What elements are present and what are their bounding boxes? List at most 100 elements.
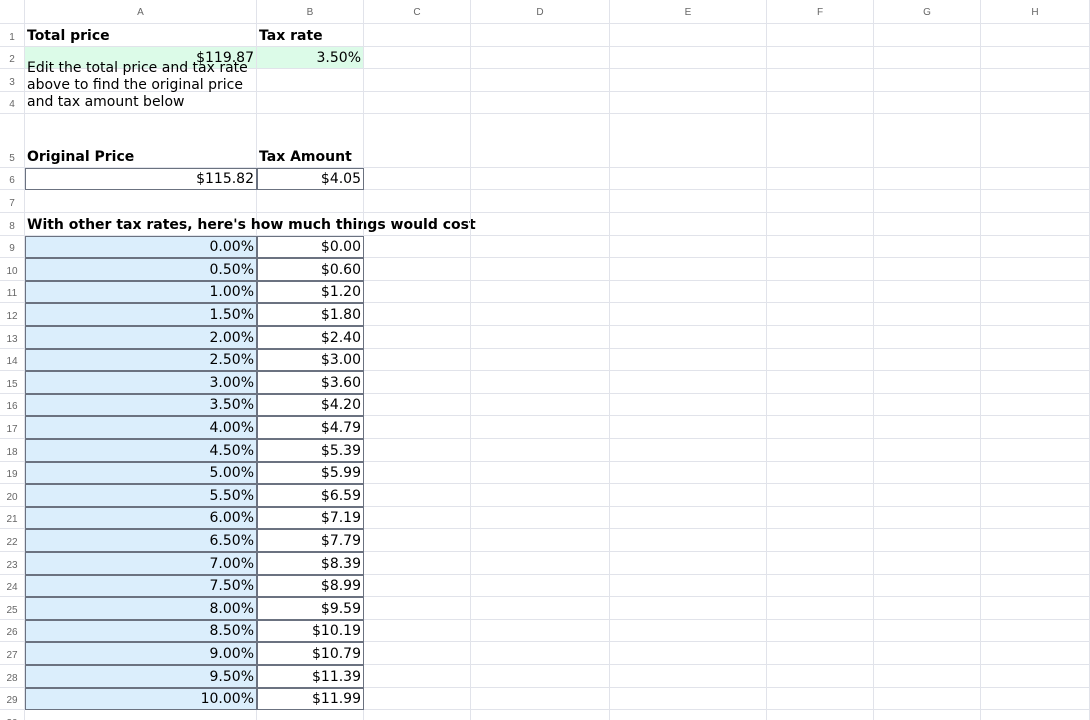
cell-h13[interactable] (981, 326, 1090, 349)
row-header[interactable]: 12 (0, 303, 25, 326)
cell-d26[interactable] (471, 619, 610, 643)
cell-d24[interactable] (471, 574, 610, 598)
cell-f24[interactable] (767, 574, 874, 598)
cell-d8[interactable] (471, 213, 610, 236)
cell-b29[interactable]: $11.99 (257, 687, 364, 711)
cell-c10[interactable] (364, 258, 471, 281)
row-header[interactable]: 15 (0, 371, 25, 394)
cell-e4[interactable] (610, 91, 767, 114)
cell-e22[interactable] (610, 529, 767, 552)
cell-b9[interactable]: $0.00 (257, 235, 364, 259)
cell-c16[interactable] (364, 393, 471, 417)
column-header-c[interactable]: C (364, 0, 471, 24)
cell-f11[interactable] (767, 280, 874, 304)
cell-f1[interactable] (767, 24, 874, 47)
cell-c2[interactable] (364, 46, 471, 70)
cell-a12[interactable]: 1.50% (25, 303, 257, 326)
cell-c3[interactable] (364, 69, 471, 92)
cell-a4[interactable]: Edit the total price and tax rate above … (25, 60, 257, 114)
cell-c13[interactable] (364, 326, 471, 349)
cell-g27[interactable] (874, 642, 981, 665)
cell-a27[interactable]: 9.00% (25, 642, 257, 665)
cell-c25[interactable] (364, 597, 471, 620)
cell-g9[interactable] (874, 235, 981, 259)
cell-f2[interactable] (767, 46, 874, 70)
row-header[interactable]: 9 (0, 235, 25, 259)
cell-b5[interactable]: Tax Amount (257, 113, 364, 168)
cell-g7[interactable] (874, 190, 981, 213)
cell-e8[interactable] (610, 213, 767, 236)
cell-g13[interactable] (874, 326, 981, 349)
cell-b14[interactable]: $3.00 (257, 348, 364, 372)
cell-g12[interactable] (874, 303, 981, 326)
cell-e25[interactable] (610, 597, 767, 620)
cell-a16[interactable]: 3.50% (25, 393, 257, 417)
cell-a14[interactable]: 2.50% (25, 348, 257, 372)
cell-h26[interactable] (981, 619, 1090, 643)
cell-e14[interactable] (610, 348, 767, 372)
cell-b24[interactable]: $8.99 (257, 574, 364, 598)
cell-a15[interactable]: 3.00% (25, 371, 257, 394)
cell-g28[interactable] (874, 665, 981, 688)
cell-c19[interactable] (364, 461, 471, 485)
cell-f25[interactable] (767, 597, 874, 620)
cell-f16[interactable] (767, 393, 874, 417)
cell-e29[interactable] (610, 687, 767, 711)
cell-c1[interactable] (364, 24, 471, 47)
cell-d16[interactable] (471, 393, 610, 417)
cell-f8[interactable] (767, 213, 874, 236)
row-header[interactable]: 2 (0, 46, 25, 70)
cell-e24[interactable] (610, 574, 767, 598)
cell-e19[interactable] (610, 461, 767, 485)
cell-h4[interactable] (981, 91, 1090, 114)
cell-f12[interactable] (767, 303, 874, 326)
cell-b18[interactable]: $5.39 (257, 439, 364, 462)
cell-b28[interactable]: $11.39 (257, 665, 364, 688)
cell-d14[interactable] (471, 348, 610, 372)
cell-h17[interactable] (981, 416, 1090, 439)
cell-c15[interactable] (364, 371, 471, 394)
cell-e20[interactable] (610, 484, 767, 507)
cell-h2[interactable] (981, 46, 1090, 70)
cell-e17[interactable] (610, 416, 767, 439)
cell-f22[interactable] (767, 529, 874, 552)
cell-h8[interactable] (981, 213, 1090, 236)
row-header[interactable]: 16 (0, 393, 25, 417)
cell-b27[interactable]: $10.79 (257, 642, 364, 665)
row-header[interactable]: 8 (0, 213, 25, 236)
row-header[interactable]: 1 (0, 24, 25, 47)
cell-e9[interactable] (610, 235, 767, 259)
cell-a29[interactable]: 10.00% (25, 687, 257, 711)
cell-g11[interactable] (874, 280, 981, 304)
cell-d20[interactable] (471, 484, 610, 507)
cell-g15[interactable] (874, 371, 981, 394)
cell-d18[interactable] (471, 439, 610, 462)
cell-a1[interactable]: Total price (25, 24, 257, 47)
cell-h12[interactable] (981, 303, 1090, 326)
cell-d22[interactable] (471, 529, 610, 552)
cell-b26[interactable]: $10.19 (257, 619, 364, 643)
cell-f19[interactable] (767, 461, 874, 485)
cell-g17[interactable] (874, 416, 981, 439)
column-header-g[interactable]: G (874, 0, 981, 24)
cell-c17[interactable] (364, 416, 471, 439)
cell-a25[interactable]: 8.00% (25, 597, 257, 620)
cell-h19[interactable] (981, 461, 1090, 485)
cell-a28[interactable]: 9.50% (25, 665, 257, 688)
cell-b13[interactable]: $2.40 (257, 326, 364, 349)
column-header-e[interactable]: E (610, 0, 767, 24)
cell-d9[interactable] (471, 235, 610, 259)
cell-g30[interactable] (874, 710, 981, 720)
cell-e2[interactable] (610, 46, 767, 70)
cell-h27[interactable] (981, 642, 1090, 665)
cell-f3[interactable] (767, 69, 874, 92)
cell-e5[interactable] (610, 113, 767, 168)
cell-g24[interactable] (874, 574, 981, 598)
cell-g5[interactable] (874, 113, 981, 168)
row-header[interactable]: 18 (0, 439, 25, 462)
cell-b20[interactable]: $6.59 (257, 484, 364, 507)
cell-c9[interactable] (364, 235, 471, 259)
cell-a23[interactable]: 7.00% (25, 552, 257, 575)
cell-b6[interactable]: $4.05 (257, 167, 364, 191)
cell-f23[interactable] (767, 552, 874, 575)
